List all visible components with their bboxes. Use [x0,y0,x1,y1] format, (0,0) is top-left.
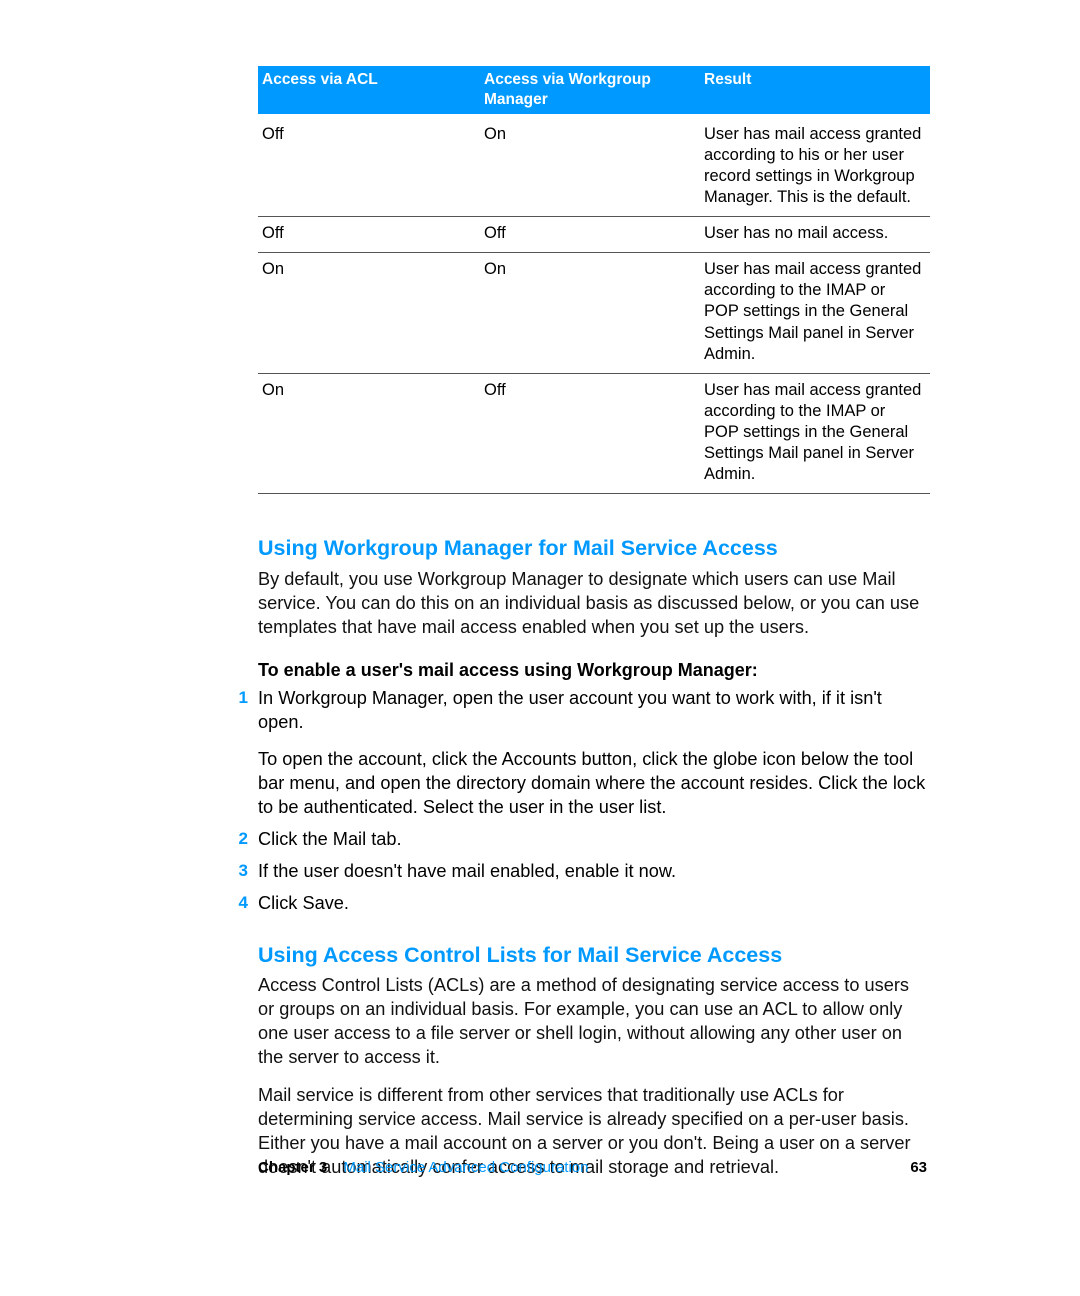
step-item: 3 If the user doesn't have mail enabled,… [258,859,927,883]
cell: On [258,253,480,374]
footer-chapter: Chapter 3 [258,1159,327,1176]
step-item: 1 In Workgroup Manager, open the user ac… [258,686,927,818]
th-result: Result [700,66,930,114]
cell: On [258,373,480,494]
cell: Off [480,373,700,494]
intro-paragraph: By default, you use Workgroup Manager to… [258,567,927,639]
step-number: 4 [226,891,248,915]
steps-lead: To enable a user's mail access using Wor… [258,659,927,683]
footer-title: Mail Service Advanced Configuration [343,1159,588,1176]
cell: Off [258,217,480,253]
table-row: Off Off User has no mail access. [258,217,930,253]
acl-para-1: Access Control Lists (ACLs) are a method… [258,973,927,1069]
cell: User has mail access granted according t… [700,253,930,374]
step-number: 3 [226,859,248,883]
step-number: 2 [226,827,248,851]
cell: On [480,253,700,374]
step-text: If the user doesn't have mail enabled, e… [258,859,927,883]
th-wgm: Access via Workgroup Manager [480,66,700,114]
step-text: Click Save. [258,891,927,915]
heading-acl: Using Access Control Lists for Mail Serv… [258,941,927,969]
cell: On [480,114,700,217]
step-sub: To open the account, click the Accounts … [258,747,927,819]
th-acl: Access via ACL [258,66,480,114]
step-text: In Workgroup Manager, open the user acco… [258,686,927,818]
step-text: Click the Mail tab. [258,827,927,851]
heading-workgroup-manager: Using Workgroup Manager for Mail Service… [258,534,927,562]
table-row: On On User has mail access granted accor… [258,253,930,374]
cell: Off [258,114,480,217]
table-header-row: Access via ACL Access via Workgroup Mana… [258,66,930,114]
step-main: In Workgroup Manager, open the user acco… [258,686,927,734]
footer-left: Chapter 3 Mail Service Advanced Configur… [258,1158,589,1178]
table-row: On Off User has mail access granted acco… [258,373,930,494]
table-row: Off On User has mail access granted acco… [258,114,930,217]
step-item: 4 Click Save. [258,891,927,915]
cell: User has no mail access. [700,217,930,253]
cell: User has mail access granted according t… [700,114,930,217]
access-table: Access via ACL Access via Workgroup Mana… [258,66,930,494]
steps-list: 1 In Workgroup Manager, open the user ac… [258,686,927,914]
page: Access via ACL Access via Workgroup Mana… [0,0,1080,1296]
step-item: 2 Click the Mail tab. [258,827,927,851]
step-number: 1 [226,686,248,818]
cell: Off [480,217,700,253]
page-footer: Chapter 3 Mail Service Advanced Configur… [258,1158,927,1178]
cell: User has mail access granted according t… [700,373,930,494]
footer-page-number: 63 [910,1158,927,1178]
